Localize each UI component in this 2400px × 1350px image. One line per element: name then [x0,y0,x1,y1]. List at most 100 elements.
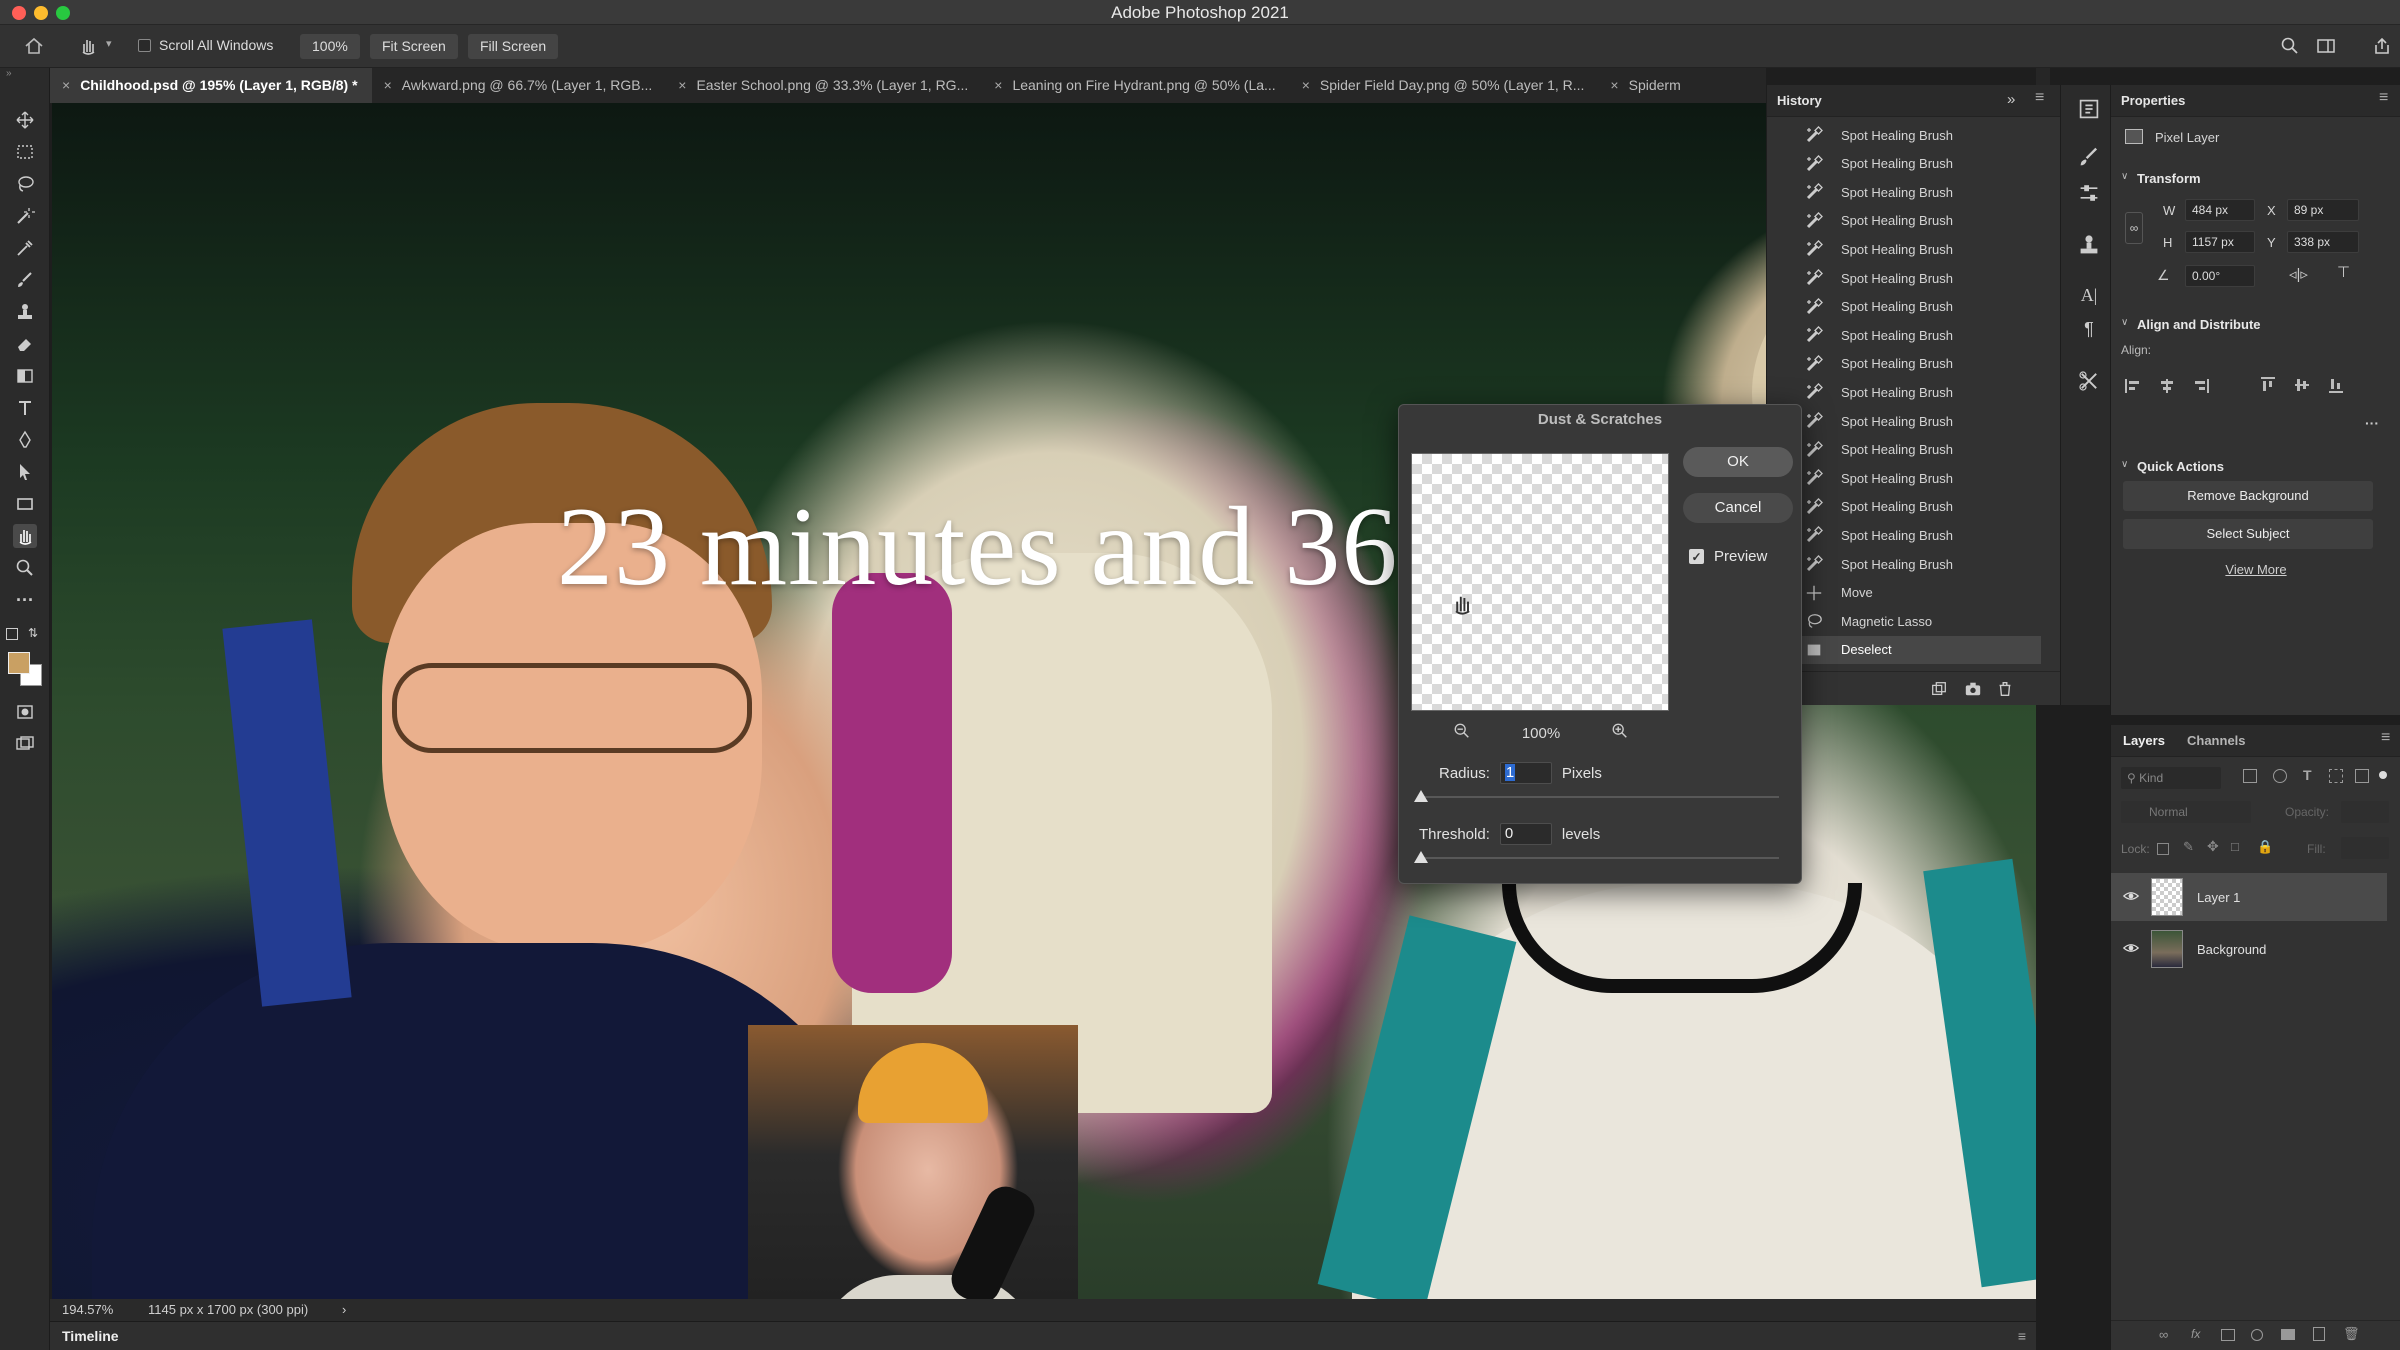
history-state[interactable]: Spot Healing Brush [1767,293,2041,321]
chevron-down-icon[interactable]: ∨ [2121,171,2128,182]
angle-field[interactable]: 0.00° [2185,265,2255,287]
new-document-from-state-icon[interactable] [1927,677,1951,701]
workspace-icon[interactable] [2314,34,2338,58]
height-field[interactable]: 1157 px [2185,231,2255,253]
fill-field[interactable] [2341,837,2389,859]
filter-smart-object-icon[interactable] [2355,769,2369,783]
view-more-link[interactable]: View More [2111,562,2400,577]
close-tab-icon[interactable]: × [678,68,686,103]
document-tab[interactable]: × Spider Field Day.png @ 50% (Layer 1, R.… [1290,68,1599,103]
lock-image-icon[interactable]: ✎ [2183,839,2194,855]
flip-vertical-icon[interactable]: ⊤ [2337,263,2350,281]
foreground-color-swatch[interactable] [8,652,30,674]
layer-mask-icon[interactable] [2221,1329,2235,1341]
align-distribute-heading[interactable]: Align and Distribute [2137,317,2261,332]
layer-name[interactable]: Background [2197,942,2266,957]
quick-actions-heading[interactable]: Quick Actions [2137,459,2224,474]
ok-button[interactable]: OK [1683,447,1793,477]
panel-menu-icon[interactable]: ≡ [2035,89,2044,107]
trash-icon[interactable]: 🗑 [2343,1326,2360,1342]
brush-tool-icon[interactable] [13,268,37,292]
panel-collapse-icon[interactable]: » [6,68,12,79]
more-tools-icon[interactable]: ··· [13,588,37,612]
link-proportions-icon[interactable]: ∞ [2125,212,2143,244]
chevron-down-icon[interactable]: ▾ [106,37,112,50]
flip-horizontal-icon[interactable]: ◃|▹ [2289,265,2308,283]
fit-screen-button[interactable]: Fit Screen [370,34,458,59]
layer-style-icon[interactable]: fx [2191,1327,2200,1341]
history-state[interactable]: Spot Healing Brush [1767,521,2041,549]
filter-adjustment-icon[interactable] [2273,769,2287,783]
search-icon[interactable] [2278,34,2302,58]
align-middle-icon[interactable] [2295,377,2309,393]
filter-shape-icon[interactable] [2329,769,2343,783]
history-state[interactable]: Spot Healing Brush [1767,264,2041,292]
checkbox-box[interactable] [138,38,151,52]
select-subject-button[interactable]: Select Subject [2123,519,2373,549]
history-state[interactable]: Spot Healing Brush [1767,407,2041,435]
clone-stamp-tool-icon[interactable] [13,300,37,324]
close-tab-icon[interactable]: × [384,68,392,103]
channels-tab[interactable]: Channels [2187,733,2246,748]
y-field[interactable]: 338 px [2287,231,2359,253]
hand-tool-icon[interactable] [13,524,37,548]
layer-row[interactable]: Background [2111,925,2387,973]
history-state[interactable]: Spot Healing Brush [1767,464,2041,492]
close-tab-icon[interactable]: × [994,68,1002,103]
history-state[interactable]: Spot Healing Brush [1767,378,2041,406]
document-tab[interactable]: × Awkward.png @ 66.7% (Layer 1, RGB... [372,68,667,103]
zoom-level[interactable]: 194.57% [62,1299,113,1321]
align-left-icon[interactable] [2125,379,2141,393]
history-state[interactable]: Spot Healing Brush [1767,493,2041,521]
quick-mask-icon[interactable] [13,700,37,724]
layer-name[interactable]: Layer 1 [2197,890,2240,905]
filter-pixel-icon[interactable] [2243,769,2257,783]
share-icon[interactable] [2370,34,2394,58]
lock-all-icon[interactable]: 🔒 [2257,839,2273,855]
chevron-down-icon[interactable]: ∨ [2121,317,2128,328]
filter-type-icon[interactable]: T [2303,767,2312,783]
lock-position-icon[interactable]: ✥ [2207,838,2219,855]
visibility-eye-icon[interactable] [2122,940,2140,959]
blend-mode-select[interactable]: Normal [2121,801,2251,823]
link-layers-icon[interactable]: ∞ [2159,1327,2168,1342]
properties-tab[interactable]: Properties [2121,93,2185,108]
cancel-button[interactable]: Cancel [1683,493,1793,523]
lock-artboard-icon[interactable]: □ [2231,839,2239,854]
rectangle-tool-icon[interactable] [13,492,37,516]
zoom-tool-icon[interactable] [13,556,37,580]
dialog-title[interactable]: Dust & Scratches [1399,411,1801,428]
lasso-tool-icon[interactable] [13,172,37,196]
new-group-icon[interactable] [2281,1329,2295,1340]
history-state[interactable]: Spot Healing Brush [1767,550,2041,578]
width-field[interactable]: 484 px [2185,199,2255,221]
checkmark-icon[interactable]: ✓ [1689,549,1704,564]
threshold-input[interactable]: 0 [1499,823,1552,845]
radius-input[interactable]: 1 [1499,762,1552,784]
clone-source-icon[interactable] [2077,233,2101,257]
brush-settings-icon[interactable] [2077,145,2101,169]
close-tab-icon[interactable]: × [1302,68,1310,103]
zoom-in-icon[interactable] [1611,722,1629,744]
eyedropper-tool-icon[interactable] [13,236,37,260]
radius-slider-handle[interactable] [1414,790,1428,802]
visibility-eye-icon[interactable] [2122,888,2140,907]
expand-panel-icon[interactable]: » [2007,91,2015,108]
history-state[interactable]: Spot Healing Brush [1767,121,2041,149]
trash-icon[interactable] [1993,677,2017,701]
fill-screen-button[interactable]: Fill Screen [468,34,559,59]
history-state[interactable]: Spot Healing Brush [1767,150,2041,178]
camera-icon[interactable] [1961,677,1985,701]
scroll-all-windows-checkbox[interactable]: Scroll All Windows [138,37,273,53]
home-icon[interactable] [22,34,46,58]
history-state[interactable]: Move [1767,579,2041,607]
path-selection-tool-icon[interactable] [13,460,37,484]
remove-background-button[interactable]: Remove Background [2123,481,2373,511]
preview-checkbox[interactable]: ✓ Preview [1689,548,1767,565]
marquee-tool-icon[interactable] [13,140,37,164]
layer-row[interactable]: Layer 1 [2111,873,2387,921]
move-tool-icon[interactable] [13,108,37,132]
panel-menu-icon[interactable]: ≡ [2381,729,2390,747]
history-state[interactable]: Spot Healing Brush [1767,235,2041,263]
history-panel-icon[interactable] [2077,97,2101,121]
